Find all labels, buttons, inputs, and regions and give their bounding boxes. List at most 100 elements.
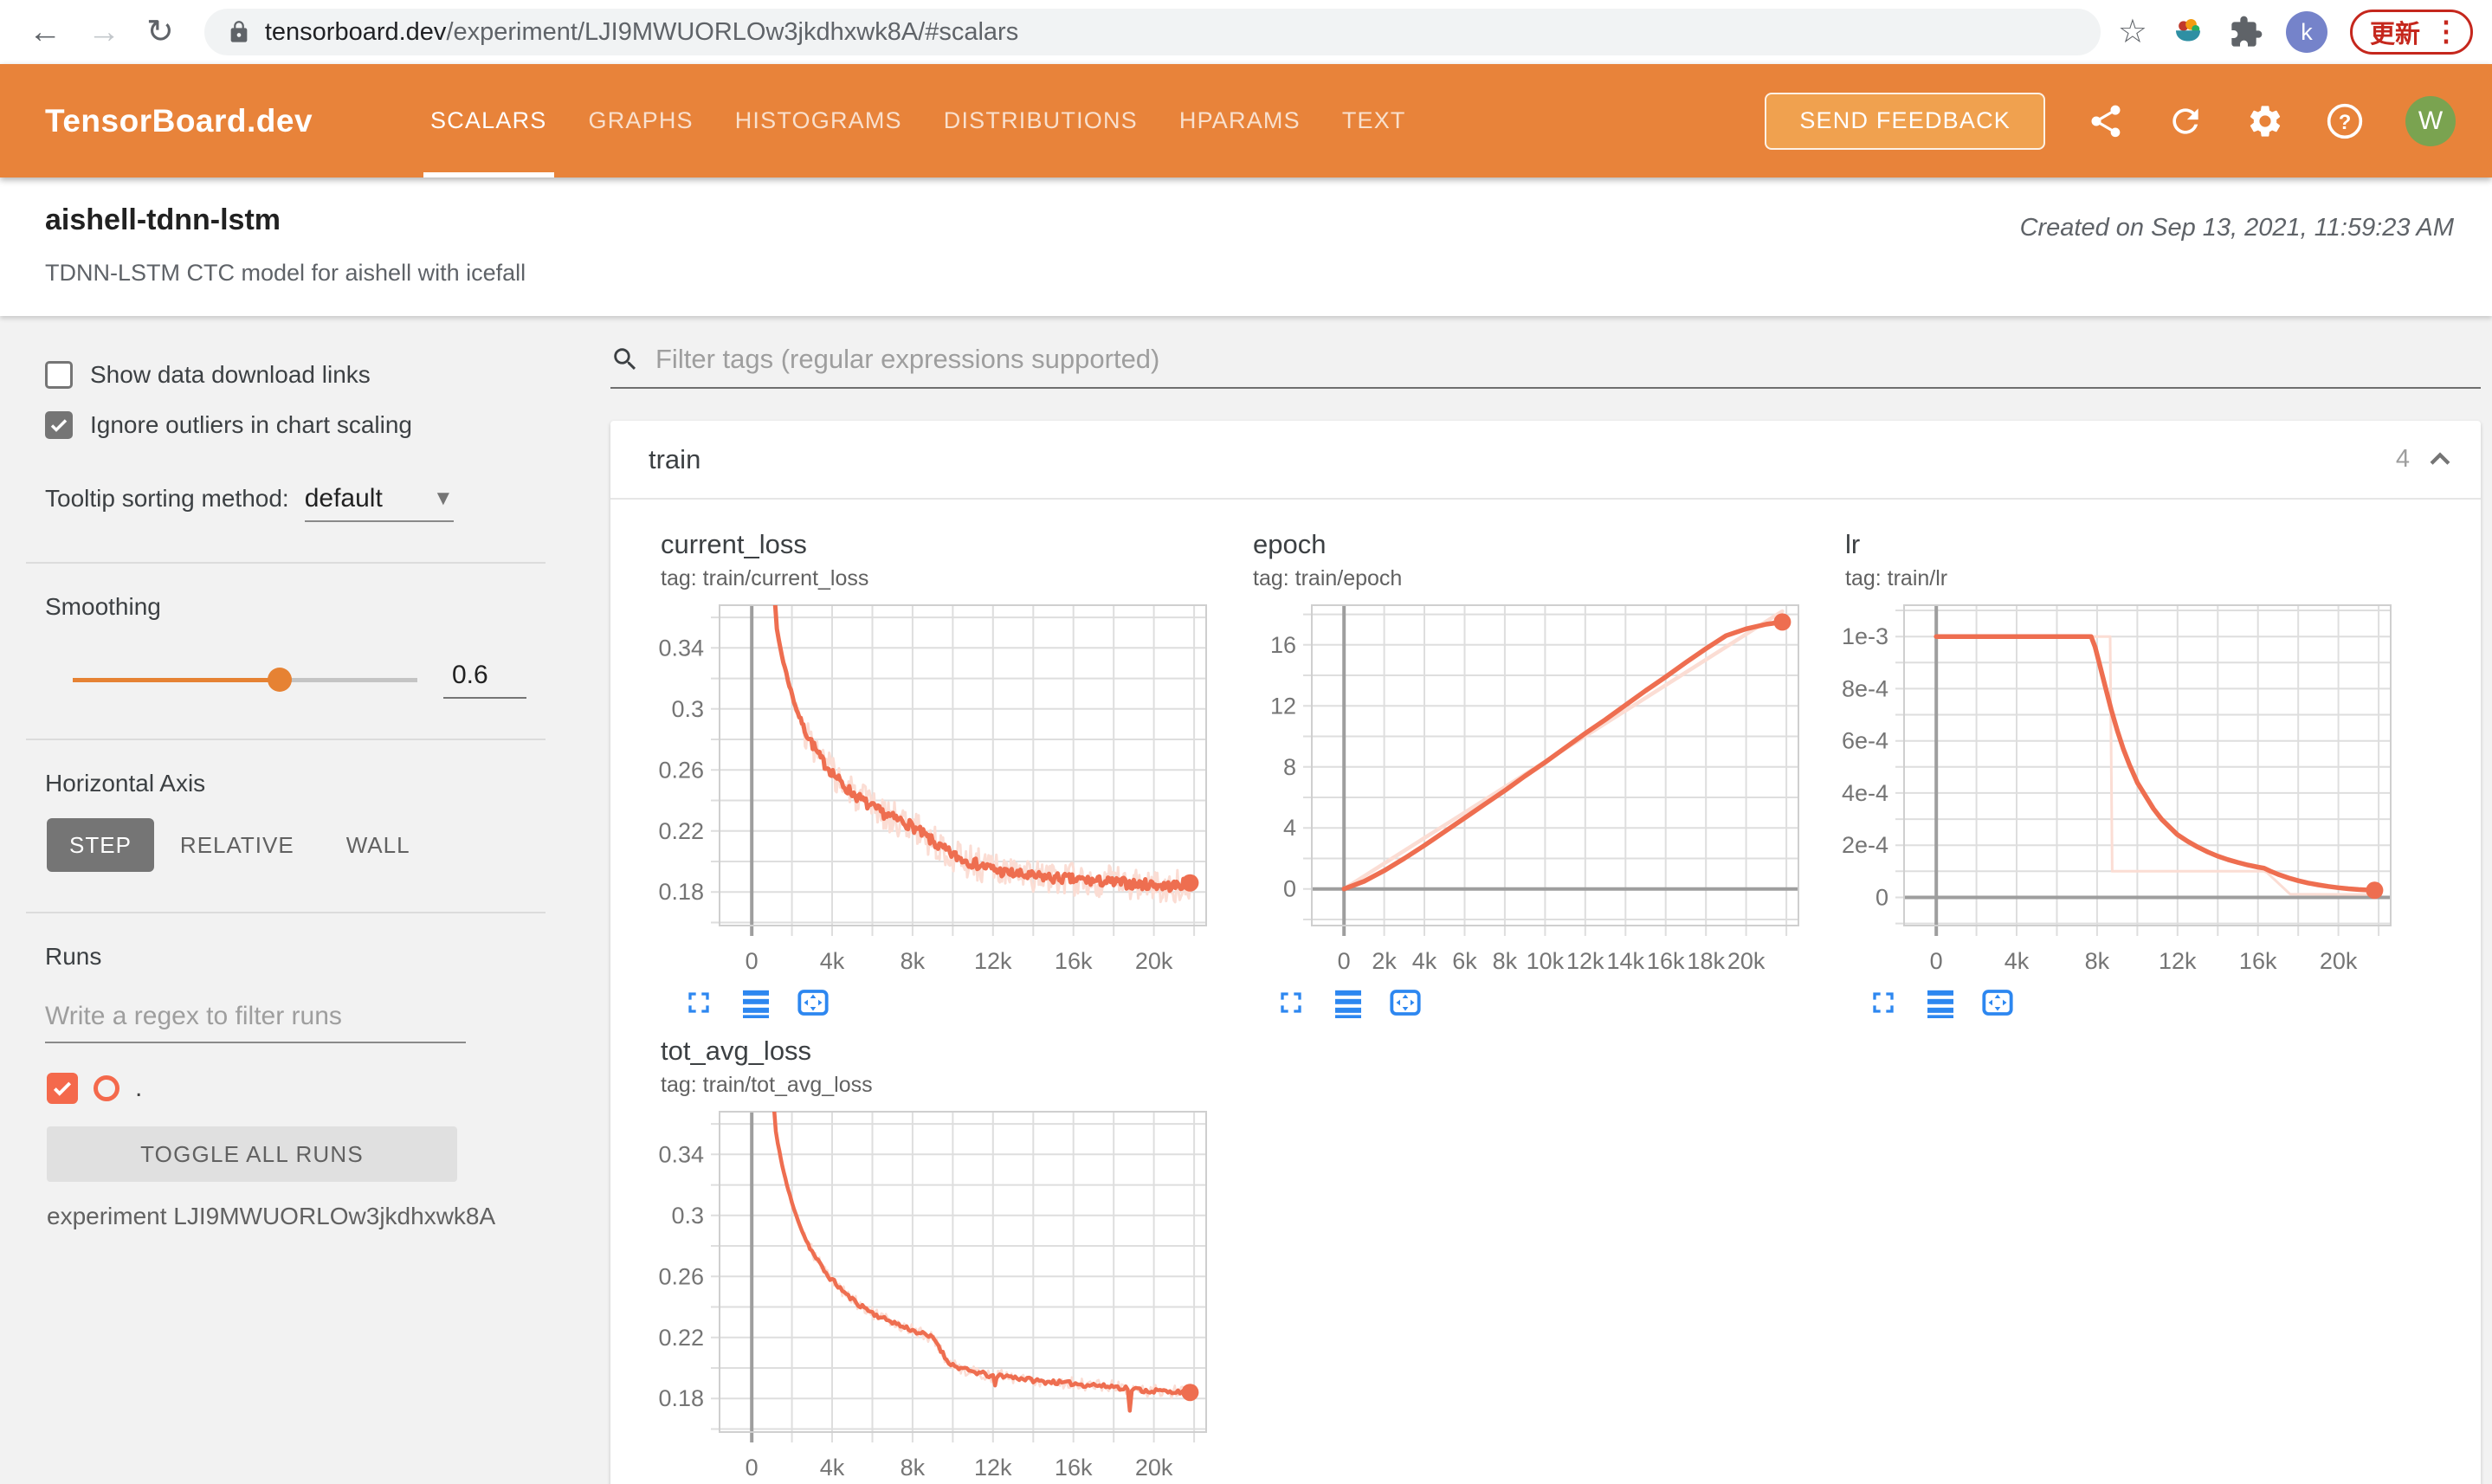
search-icon [614, 348, 636, 371]
nav-tabs: SCALARS GRAPHS HISTOGRAMS DISTRIBUTIONS … [410, 64, 1427, 177]
browser-update-button[interactable]: 更新 ⋮ [2349, 10, 2473, 55]
tab-distributions[interactable]: DISTRIBUTIONS [923, 64, 1159, 177]
refresh-icon[interactable] [2166, 102, 2205, 140]
svg-text:6k: 6k [1452, 948, 1477, 972]
svg-text:0.18: 0.18 [658, 1385, 704, 1411]
svg-text:20k: 20k [1135, 1455, 1173, 1479]
address-bar[interactable]: tensorboard.dev/experiment/LJI9MWUORLOw3… [203, 9, 2101, 55]
chart-title: tot_avg_loss [661, 1036, 812, 1066]
axis-step-button[interactable]: STEP [47, 818, 154, 872]
svg-text:14k: 14k [1607, 948, 1645, 972]
svg-text:4k: 4k [1412, 948, 1437, 972]
fit-domain-icon[interactable] [1980, 985, 2015, 1020]
run-name: . [135, 1074, 143, 1102]
browser-profile-avatar[interactable]: k [2285, 11, 2327, 53]
run-color-swatch [94, 1075, 119, 1101]
svg-text:16k: 16k [1647, 948, 1685, 972]
svg-text:4k: 4k [820, 948, 845, 972]
svg-text:20k: 20k [2320, 948, 2358, 972]
experiment-header: aishell-tdnn-lstm TDNN-LSTM CTC model fo… [0, 177, 2492, 316]
send-feedback-button[interactable]: SEND FEEDBACK [1765, 92, 2045, 150]
charts-grid: current_loss tag: train/current_loss 0.18 0… [610, 500, 2481, 1484]
back-icon[interactable]: ← [29, 16, 61, 48]
chart-actions [1866, 985, 2406, 1020]
svg-text:16k: 16k [1055, 1455, 1093, 1479]
svg-text:0: 0 [1875, 885, 1888, 911]
log-scale-icon[interactable] [739, 985, 773, 1020]
fit-domain-icon[interactable] [796, 985, 830, 1020]
tensorboard-appbar: TensorBoard.dev SCALARS GRAPHS HISTOGRAM… [0, 64, 2492, 177]
svg-text:2e-4: 2e-4 [1842, 832, 1888, 858]
reload-icon[interactable]: ↻ [146, 16, 174, 48]
ignore-outliers-checkbox[interactable] [45, 411, 73, 439]
smoothing-value-input[interactable] [443, 661, 526, 699]
tab-histograms[interactable]: HISTOGRAMS [714, 64, 923, 177]
tooltip-sorting-select[interactable]: default ▼ [304, 484, 454, 522]
expand-chart-icon[interactable] [1274, 985, 1308, 1020]
svg-text:0.22: 0.22 [658, 818, 704, 844]
svg-text:6e-4: 6e-4 [1842, 728, 1888, 754]
svg-text:0: 0 [746, 948, 759, 972]
tab-scalars[interactable]: SCALARS [410, 64, 567, 177]
svg-text:0.18: 0.18 [658, 879, 704, 905]
tensorboard-logo[interactable]: TensorBoard.dev [45, 103, 313, 139]
chevron-up-icon[interactable] [2425, 445, 2455, 474]
train-group-header[interactable]: train 4 [610, 421, 2481, 500]
forward-icon[interactable]: → [87, 16, 120, 48]
svg-text:10k: 10k [1527, 948, 1565, 972]
log-scale-icon[interactable] [1923, 985, 1958, 1020]
svg-text:0: 0 [1283, 876, 1296, 902]
svg-text:4e-4: 4e-4 [1842, 780, 1888, 806]
chart-tag: tag: train/epoch [1253, 566, 1403, 590]
svg-text:18k: 18k [1687, 948, 1725, 972]
run-checkbox[interactable] [47, 1073, 78, 1104]
svg-text:16k: 16k [1055, 948, 1093, 972]
caret-down-icon: ▼ [432, 487, 454, 510]
chart-tag: tag: train/lr [1845, 566, 1948, 590]
toggle-all-runs-button[interactable]: TOGGLE ALL RUNS [47, 1126, 457, 1182]
tab-text[interactable]: TEXT [1321, 64, 1427, 177]
svg-text:12k: 12k [2159, 948, 2197, 972]
settings-gear-icon[interactable] [2246, 102, 2284, 140]
chart-plot[interactable]: 0.18 0.22 0.26 0.3 0.34 0 4k 8k 12k 16k 20k [645, 1105, 1222, 1481]
tab-graphs[interactable]: GRAPHS [568, 64, 714, 177]
chart-plot[interactable]: 0.18 0.22 0.26 0.3 0.34 0 4k 8k 12k 16k 20k [645, 598, 1222, 974]
tag-filter-input[interactable] [655, 344, 2481, 375]
svg-text:16: 16 [1270, 632, 1296, 658]
svg-text:16k: 16k [2239, 948, 2277, 972]
svg-text:4k: 4k [2005, 948, 2030, 972]
smoothing-slider-knob[interactable] [267, 668, 292, 692]
axis-wall-button[interactable]: WALL [320, 832, 436, 859]
scalars-main: train 4 current_loss tag: train/current_l… [571, 316, 2492, 1484]
extensions-puzzle-icon[interactable] [2229, 15, 2263, 49]
svg-text:2k: 2k [1372, 948, 1397, 972]
run-row: . [47, 1073, 546, 1104]
svg-text:12k: 12k [974, 1455, 1012, 1479]
smoothing-slider[interactable] [73, 668, 417, 692]
chart-card-lr: lr tag: train/lr 0 2e-4 4e-4 6e-4 8e-4 1e-3 0 4k 8… [1830, 529, 2406, 1020]
share-icon[interactable] [2087, 102, 2125, 140]
svg-text:0.3: 0.3 [671, 696, 704, 722]
fit-domain-icon[interactable] [1388, 985, 1423, 1020]
expand-chart-icon[interactable] [681, 985, 716, 1020]
salad-extension-icon[interactable] [2170, 14, 2206, 50]
chart-tag: tag: train/current_loss [661, 566, 869, 590]
svg-text:0: 0 [1930, 948, 1943, 972]
help-icon[interactable]: ? [2326, 102, 2364, 140]
chart-plot[interactable]: 0 2e-4 4e-4 6e-4 8e-4 1e-3 0 4k 8k 12k 16k 20k [1830, 598, 2406, 974]
svg-text:4k: 4k [820, 1455, 845, 1479]
tab-hparams[interactable]: HPARAMS [1159, 64, 1321, 177]
user-avatar[interactable]: W [2405, 95, 2456, 146]
browser-menu-icon[interactable]: ⋮ [2432, 17, 2460, 45]
bookmark-star-icon[interactable]: ☆ [2118, 16, 2147, 48]
chart-plot[interactable]: 0 4 8 12 16 0 2k 4k 6k 8k 10k 12k 14k 16k 18k 20k [1237, 598, 1814, 974]
axis-relative-button[interactable]: RELATIVE [154, 832, 320, 859]
expand-chart-icon[interactable] [1866, 985, 1901, 1020]
show-download-links-checkbox[interactable] [45, 361, 73, 389]
experiment-description: TDNN-LSTM CTC model for aishell with ice… [45, 260, 526, 286]
runs-filter-input[interactable] [45, 1002, 466, 1043]
log-scale-icon[interactable] [1331, 985, 1365, 1020]
check-icon [53, 1081, 72, 1096]
settings-sidebar: Show data download links Ignore outliers… [0, 316, 571, 1484]
svg-text:8k: 8k [901, 948, 926, 972]
